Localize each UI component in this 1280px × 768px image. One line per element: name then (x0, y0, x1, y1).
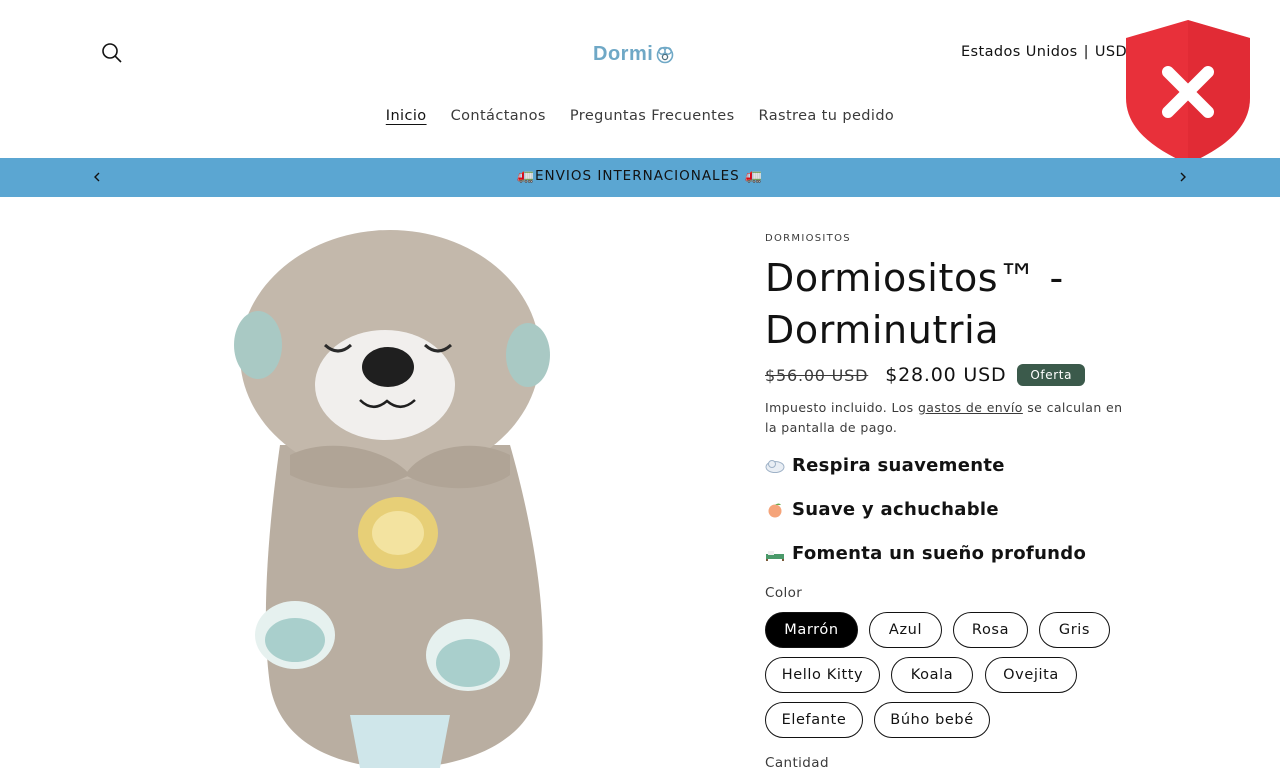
main-nav: Inicio Contáctanos Preguntas Frecuentes … (0, 108, 1280, 124)
sale-price: $28.00 USD (885, 364, 1007, 386)
color-option-hello-kitty[interactable]: Hello Kitty (765, 657, 880, 693)
feature-item: Suave y achuchable (765, 499, 999, 520)
feature-text: Fomenta un sueño profundo (792, 543, 1087, 564)
feature-text: Suave y achuchable (792, 499, 999, 520)
product-vendor: DORMIOSITOS (765, 233, 851, 244)
product-image[interactable] (210, 215, 590, 768)
announcement-text: 🚛ENVIOS INTERNACIONALES 🚛 (517, 168, 763, 184)
color-option-elefante[interactable]: Elefante (765, 702, 863, 738)
country-label: Estados Unidos (961, 44, 1078, 60)
color-option-azul[interactable]: Azul (869, 612, 942, 648)
regular-price: $56.00 USD (765, 365, 869, 385)
shipping-link[interactable]: gastos de envío (918, 400, 1023, 415)
color-option-marron[interactable]: Marrón (765, 612, 858, 648)
quantity-label: Cantidad (765, 755, 829, 768)
feature-item: Respira suavemente (765, 455, 1005, 476)
product-info: DORMIOSITOS Dormiositos™ - Dorminutria $… (765, 233, 1165, 768)
tax-note: Impuesto incluido. Los gastos de envío s… (765, 398, 1125, 438)
nav-item-inicio[interactable]: Inicio (386, 108, 427, 124)
logo-text: Dormi (593, 42, 654, 65)
nav-item-preguntas-frecuentes[interactable]: Preguntas Frecuentes (570, 108, 735, 124)
color-label: Color (765, 585, 803, 601)
locale-selector[interactable]: Estados Unidos | USD $ (961, 44, 1142, 60)
bed-emoji-icon (766, 550, 784, 561)
nav-item-contactanos[interactable]: Contáctanos (451, 108, 546, 124)
sale-badge: Oferta (1017, 364, 1086, 386)
search-icon[interactable] (100, 41, 124, 65)
peach-emoji-icon (768, 503, 782, 517)
feature-item: Fomenta un sueño profundo (765, 543, 1086, 564)
announcement-bar: 🚛ENVIOS INTERNACIONALES 🚛 (0, 158, 1280, 197)
tax-note-prefix: Impuesto incluido. Los (765, 400, 918, 415)
chevron-right-icon[interactable] (1174, 168, 1192, 186)
price-row: $56.00 USD $28.00 USD Oferta (765, 364, 1086, 386)
blocked-shield-icon[interactable] (1126, 20, 1250, 164)
cloud-emoji-icon (765, 459, 785, 473)
sheep-logo-icon (656, 46, 674, 64)
color-option-rosa[interactable]: Rosa (953, 612, 1028, 648)
site-header: Dormi Estados Unidos | USD $ Inicio Contác… (0, 0, 1280, 158)
color-option-koala[interactable]: Koala (891, 657, 973, 693)
color-option-ovejita[interactable]: Ovejita (985, 657, 1077, 693)
color-option-buho-bebe[interactable]: Búho bebé (874, 702, 990, 738)
feature-text: Respira suavemente (792, 455, 1005, 476)
product-title: Dormiositos™ - Dorminutria (765, 256, 1064, 352)
color-option-gris[interactable]: Gris (1039, 612, 1110, 648)
locale-separator: | (1083, 44, 1089, 60)
nav-item-rastrea-pedido[interactable]: Rastrea tu pedido (759, 108, 895, 124)
logo[interactable]: Dormi (593, 41, 676, 67)
